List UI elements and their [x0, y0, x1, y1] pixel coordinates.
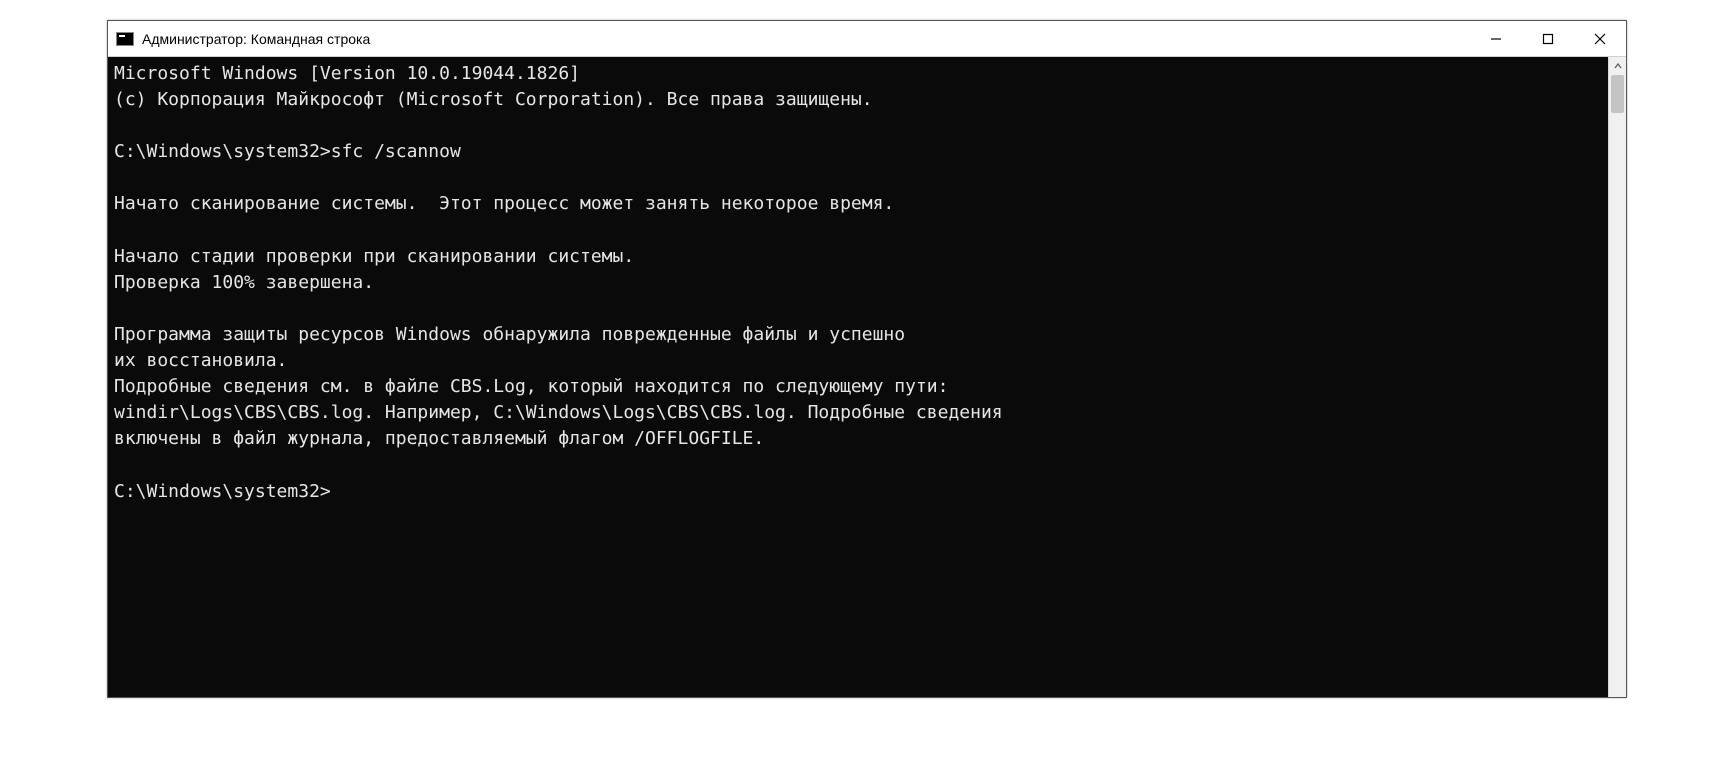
terminal-line: [114, 296, 1602, 322]
terminal-line: C:\Windows\system32>sfc /scannow: [114, 139, 1602, 165]
vertical-scrollbar[interactable]: [1608, 57, 1626, 697]
terminal-line: Проверка 100% завершена.: [114, 270, 1602, 296]
maximize-icon: [1542, 33, 1554, 45]
scroll-thumb[interactable]: [1611, 75, 1624, 113]
window-title: Администратор: Командная строка: [142, 31, 370, 47]
client-area: Microsoft Windows [Version 10.0.19044.18…: [108, 57, 1626, 697]
terminal-line: Подробные сведения см. в файле CBS.Log, …: [114, 374, 1602, 400]
cmd-icon: [116, 32, 134, 46]
terminal-line: Microsoft Windows [Version 10.0.19044.18…: [114, 61, 1602, 87]
terminal-line: [114, 165, 1602, 191]
terminal-line: [114, 113, 1602, 139]
terminal-line: включены в файл журнала, предоставляемый…: [114, 426, 1602, 452]
titlebar[interactable]: Администратор: Командная строка: [108, 21, 1626, 57]
terminal-line: их восстановила.: [114, 348, 1602, 374]
terminal-line: [114, 218, 1602, 244]
close-icon: [1594, 33, 1606, 45]
window-controls: [1470, 21, 1626, 56]
cmd-window: Администратор: Командная строка Microsof…: [107, 20, 1627, 698]
scroll-up-arrow[interactable]: [1609, 57, 1626, 75]
minimize-button[interactable]: [1470, 21, 1522, 56]
terminal-line: Программа защиты ресурсов Windows обнару…: [114, 322, 1602, 348]
maximize-button[interactable]: [1522, 21, 1574, 56]
terminal-output[interactable]: Microsoft Windows [Version 10.0.19044.18…: [108, 57, 1608, 697]
close-button[interactable]: [1574, 21, 1626, 56]
terminal-line: windir\Logs\CBS\CBS.log. Например, C:\Wi…: [114, 400, 1602, 426]
terminal-line: Начато сканирование системы. Этот процес…: [114, 191, 1602, 217]
terminal-line: (c) Корпорация Майкрософт (Microsoft Cor…: [114, 87, 1602, 113]
chevron-up-icon: [1614, 62, 1622, 70]
terminal-line: [114, 452, 1602, 478]
terminal-line: Начало стадии проверки при сканировании …: [114, 244, 1602, 270]
terminal-line: C:\Windows\system32>: [114, 479, 1602, 505]
minimize-icon: [1490, 33, 1502, 45]
